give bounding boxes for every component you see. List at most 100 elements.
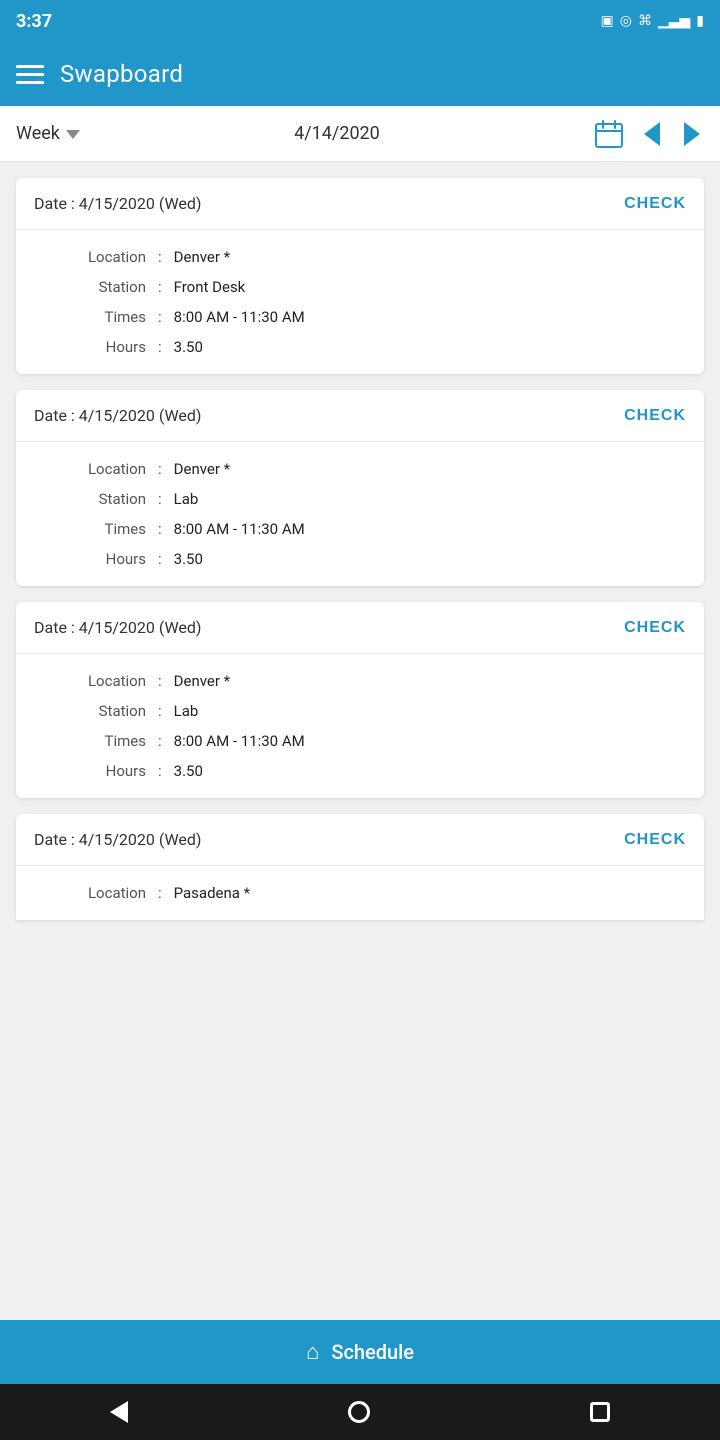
check-button-2[interactable]: CHECK [624, 407, 686, 425]
location-sep-1: : [158, 248, 162, 266]
times-value-1: 8:00 AM - 11:30 AM [174, 308, 305, 326]
hours-label-3: Hours [56, 762, 146, 780]
back-icon [110, 1401, 128, 1423]
battery-icon: ▮ [696, 13, 704, 29]
station-label-2: Station [56, 490, 146, 508]
location-label-2: Location [56, 460, 146, 478]
notification-icon: ▣ [601, 13, 614, 29]
hours-value-2: 3.50 [174, 550, 203, 568]
home-icon: ⌂ [306, 1339, 319, 1365]
check-button-4[interactable]: CHECK [624, 831, 686, 849]
hamburger-menu-icon[interactable] [16, 65, 44, 84]
hours-value-3: 3.50 [174, 762, 203, 780]
location-value-1: Denver * [174, 248, 230, 266]
shift-card-3: Date : 4/15/2020 (Wed) CHECK Location : … [16, 602, 704, 798]
signal-icon: ▁▃▅ [658, 13, 690, 29]
arrow-right-icon [684, 122, 700, 146]
times-label-1: Times [56, 308, 146, 326]
times-row-2: Times : 8:00 AM - 11:30 AM [16, 514, 704, 544]
hours-sep-3: : [158, 762, 162, 780]
hours-label-2: Hours [56, 550, 146, 568]
card-header-1: Date : 4/15/2020 (Wed) CHECK [16, 178, 704, 230]
times-label-3: Times [56, 732, 146, 750]
hours-row-1: Hours : 3.50 [16, 332, 704, 362]
bottom-nav[interactable]: ⌂ Schedule [0, 1320, 720, 1384]
location-label-3: Location [56, 672, 146, 690]
recent-apps-button[interactable] [586, 1398, 614, 1426]
station-label-1: Station [56, 278, 146, 296]
times-value-2: 8:00 AM - 11:30 AM [174, 520, 305, 538]
card-details-2: Location : Denver * Station : Lab Times … [16, 442, 704, 586]
app-title: Swapboard [60, 60, 183, 88]
station-row-3: Station : Lab [16, 696, 704, 726]
shift-card-1: Date : 4/15/2020 (Wed) CHECK Location : … [16, 178, 704, 374]
location-value-2: Denver * [174, 460, 230, 478]
card-header-2: Date : 4/15/2020 (Wed) CHECK [16, 390, 704, 442]
times-label-2: Times [56, 520, 146, 538]
system-nav [0, 1384, 720, 1440]
location-sep-3: : [158, 672, 162, 690]
calendar-icon[interactable] [594, 119, 624, 149]
station-value-2: Lab [174, 490, 199, 508]
card-date-1: Date : 4/15/2020 (Wed) [34, 194, 202, 213]
station-row-2: Station : Lab [16, 484, 704, 514]
status-bar: 3:37 ▣ ◎ ⌘ ▁▃▅ ▮ [0, 0, 720, 42]
location-value-4: Pasadena * [174, 884, 250, 902]
times-value-3: 8:00 AM - 11:30 AM [174, 732, 305, 750]
wifi-icon: ⌘ [638, 13, 652, 29]
scroll-content: Date : 4/15/2020 (Wed) CHECK Location : … [0, 162, 720, 1320]
status-time: 3:37 [16, 11, 52, 32]
location-label-1: Location [56, 248, 146, 266]
station-row-1: Station : Front Desk [16, 272, 704, 302]
card-header-3: Date : 4/15/2020 (Wed) CHECK [16, 602, 704, 654]
station-label-3: Station [56, 702, 146, 720]
location-sep-4: : [158, 884, 162, 902]
station-sep-2: : [158, 490, 162, 508]
home-circle-icon [348, 1401, 370, 1423]
location-row-4: Location : Pasadena * [16, 878, 704, 908]
times-sep-1: : [158, 308, 162, 326]
app-header: Swapboard [0, 42, 720, 106]
home-button[interactable] [344, 1397, 374, 1427]
times-sep-3: : [158, 732, 162, 750]
location-row-2: Location : Denver * [16, 454, 704, 484]
arrow-left-icon [644, 122, 660, 146]
target-icon: ◎ [620, 13, 632, 29]
times-sep-2: : [158, 520, 162, 538]
card-details-1: Location : Denver * Station : Front Desk… [16, 230, 704, 374]
week-selector[interactable]: Week [16, 123, 80, 144]
nav-icons [594, 118, 704, 150]
hours-row-3: Hours : 3.50 [16, 756, 704, 786]
shift-card-4: Date : 4/15/2020 (Wed) CHECK Location : … [16, 814, 704, 920]
chevron-down-icon [66, 130, 80, 139]
hours-row-2: Hours : 3.50 [16, 544, 704, 574]
card-header-4: Date : 4/15/2020 (Wed) CHECK [16, 814, 704, 866]
location-row-3: Location : Denver * [16, 666, 704, 696]
nav-bar: Week 4/14/2020 [0, 106, 720, 162]
check-button-3[interactable]: CHECK [624, 619, 686, 637]
check-button-1[interactable]: CHECK [624, 195, 686, 213]
back-button[interactable] [106, 1397, 132, 1427]
card-date-4: Date : 4/15/2020 (Wed) [34, 830, 202, 849]
hours-label-1: Hours [56, 338, 146, 356]
status-icons: ▣ ◎ ⌘ ▁▃▅ ▮ [601, 13, 704, 29]
card-details-3: Location : Denver * Station : Lab Times … [16, 654, 704, 798]
week-label: Week [16, 123, 60, 144]
times-row-1: Times : 8:00 AM - 11:30 AM [16, 302, 704, 332]
date-display: 4/14/2020 [294, 123, 380, 144]
location-label-4: Location [56, 884, 146, 902]
hours-value-1: 3.50 [174, 338, 203, 356]
station-value-3: Lab [174, 702, 199, 720]
card-date-2: Date : 4/15/2020 (Wed) [34, 406, 202, 425]
card-details-4: Location : Pasadena * [16, 866, 704, 920]
card-date-3: Date : 4/15/2020 (Wed) [34, 618, 202, 637]
hours-sep-1: : [158, 338, 162, 356]
schedule-label: Schedule [331, 1340, 414, 1364]
prev-week-button[interactable] [640, 118, 664, 150]
times-row-3: Times : 8:00 AM - 11:30 AM [16, 726, 704, 756]
shift-card-2: Date : 4/15/2020 (Wed) CHECK Location : … [16, 390, 704, 586]
hours-sep-2: : [158, 550, 162, 568]
location-sep-2: : [158, 460, 162, 478]
next-week-button[interactable] [680, 118, 704, 150]
recent-apps-icon [590, 1402, 610, 1422]
